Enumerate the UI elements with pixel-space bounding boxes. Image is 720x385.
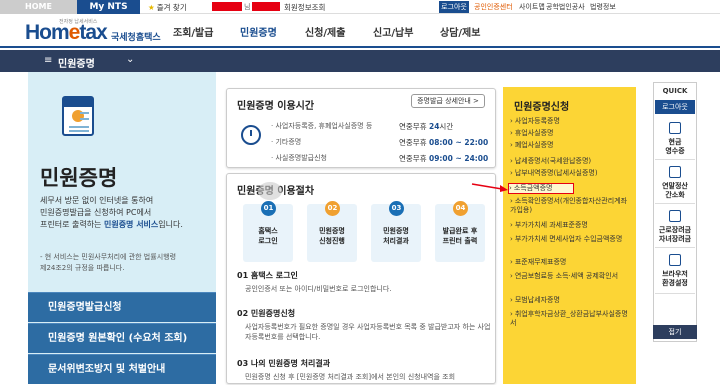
favorites-link[interactable]: ★ 즐겨 찾기 bbox=[148, 2, 187, 13]
time-row-value: 연중무휴 09:00 ~ 24:00 bbox=[399, 154, 489, 163]
quick-label: 연말정산 간소화 bbox=[662, 182, 688, 199]
step-card: 04 발급완료 후 프린터 출력 bbox=[435, 201, 485, 262]
procedure-box: 민원증명 이용절차 01 홈택스 로그인 02 민원증명 신청진행 03 민원증… bbox=[226, 173, 496, 384]
watermark-stamp bbox=[258, 182, 282, 200]
quick-close-button[interactable]: 접기 bbox=[653, 325, 697, 339]
gear-icon bbox=[669, 254, 681, 266]
time-row-label: · 사실증명발급신청 bbox=[271, 154, 327, 162]
procedure-item-desc: 민원증명 신청 후 [민원증명 처리결과 조회]에서 본인의 신청내역을 조회 bbox=[245, 373, 456, 381]
quick-label: 브라우저 환경설정 bbox=[662, 270, 688, 287]
quick-label: 근로장려금 자녀장려금 bbox=[658, 226, 692, 243]
quick-label: 현금 영수증 bbox=[665, 138, 685, 155]
red-arrow-annotation bbox=[471, 183, 508, 192]
procedure-item-title: 03 나의 민원증명 처리결과 bbox=[237, 359, 331, 368]
step-card: 01 홈택스 로그인 bbox=[243, 201, 293, 262]
law-info-link[interactable]: 법령정보 bbox=[590, 2, 616, 12]
issue-guide-button[interactable]: 증명발급 상세안내 > bbox=[411, 94, 485, 108]
cert-link[interactable]: › 폐업사실증명 bbox=[510, 141, 634, 150]
quick-cash-receipt[interactable]: 현금 영수증 bbox=[655, 118, 695, 160]
cert-link[interactable]: › 부가가치세 과세표준증명 bbox=[510, 221, 634, 230]
step-label: 민원증명 신청진행 bbox=[319, 227, 345, 245]
step-number: 03 bbox=[389, 201, 404, 216]
step-label: 홈택스 로그인 bbox=[258, 227, 278, 245]
cert-link[interactable]: › 모범납세자증명 bbox=[510, 296, 634, 305]
step-number: 02 bbox=[325, 201, 340, 216]
cert-link[interactable]: › 취업후학자금상환_상환금납부사실증명서 bbox=[510, 310, 634, 328]
logout-button[interactable]: 로그아웃 bbox=[439, 1, 469, 13]
cert-link-selected[interactable]: › 소득금액증명 bbox=[508, 183, 574, 194]
home-tab[interactable]: HOME bbox=[0, 0, 77, 14]
cert-link[interactable]: › 연금보험료등 소득·세액 공제확인서 bbox=[510, 272, 634, 281]
quick-browser-settings[interactable]: 브라우저 환경설정 bbox=[655, 250, 695, 294]
step-label: 발급완료 후 프린터 출력 bbox=[442, 227, 478, 245]
favorites-label: 즐겨 찾기 bbox=[156, 3, 187, 12]
menu-cert-issue[interactable]: 민원증명발급신청 bbox=[28, 292, 216, 322]
gnb-certificate[interactable]: 민원증명 bbox=[240, 24, 277, 39]
time-row-value: 연중무휴 24시간 bbox=[399, 122, 454, 131]
step-number: 01 bbox=[261, 201, 276, 216]
procedure-item-desc: 사업자등록번호가 필요한 증명일 경우 사업자등록번호 목록 중 발급받고자 하… bbox=[245, 323, 491, 341]
legal-note: - 현 서비스는 민원사무처리에 관한 법률시행령 제24조2의 규정을 따릅니… bbox=[40, 253, 177, 272]
cert-link[interactable]: › 납부내역증명(납세사실증명) bbox=[510, 169, 634, 178]
cert-link[interactable]: › 부가가치세 면세사업자 수입금액증명 bbox=[510, 235, 634, 244]
cert-link[interactable]: › 사업자등록증명 bbox=[510, 117, 634, 126]
gnb-apply[interactable]: 신청/제출 bbox=[305, 24, 345, 39]
step-label: 민원증명 처리결과 bbox=[383, 227, 409, 245]
my-nts-tab[interactable]: My NTS bbox=[77, 0, 140, 14]
member-info-link[interactable]: 회원정보조회 bbox=[284, 2, 325, 13]
time-row-label: · 사업자등록증, 휴폐업사실증명 등 bbox=[271, 122, 373, 130]
menu-forgery-guide[interactable]: 문서위변조방지 및 처벌안내 bbox=[28, 354, 216, 384]
menu-original-check[interactable]: 민원증명 원본확인 (수요처 조회) bbox=[28, 323, 216, 353]
step-number: 04 bbox=[453, 201, 468, 216]
gnb-consult[interactable]: 상담/제보 bbox=[440, 24, 480, 39]
chevron-down-icon[interactable]: ⌄ bbox=[126, 54, 134, 65]
quick-logout-button[interactable]: 로그아웃 bbox=[655, 100, 695, 114]
time-row-value: 연중무휴 08:00 ~ 22:00 bbox=[399, 138, 489, 147]
procedure-steps: 01 홈택스 로그인 02 민원증명 신청진행 03 민원증명 처리결과 04 … bbox=[235, 201, 491, 264]
nim-label: 님 bbox=[244, 3, 251, 11]
page-title: 민원증명 bbox=[40, 166, 118, 190]
clock-icon bbox=[241, 125, 261, 145]
procedure-item-desc: 공인인증서 또는 아이디/비밀번호로 로그인합니다. bbox=[245, 285, 392, 293]
logo-korean: 국세청홈택스 bbox=[111, 33, 161, 43]
step-card: 03 민원증명 처리결과 bbox=[371, 201, 421, 262]
cert-apply-title: 민원증명신청 bbox=[514, 102, 570, 113]
quick-year-end[interactable]: 연말정산 간소화 bbox=[655, 162, 695, 204]
receipt-icon bbox=[669, 122, 681, 134]
cert-center-link[interactable]: 공인인증센터 bbox=[474, 2, 513, 12]
hometax-logo[interactable]: 전자정 납세서비스 Hometax 국세청홈택스 bbox=[25, 18, 175, 44]
sitemap-link[interactable]: 사이트맵 bbox=[519, 2, 545, 12]
calculator-icon bbox=[669, 166, 681, 178]
gnb-report[interactable]: 신고/납부 bbox=[373, 24, 413, 39]
gnb-inquiry[interactable]: 조회/발급 bbox=[173, 24, 213, 39]
biz-cert-link[interactable]: 공학법인공사 bbox=[546, 2, 585, 12]
cert-link[interactable]: › 납세증명서(국세완납증명) bbox=[510, 157, 634, 166]
cert-link[interactable]: › 휴업사실증명 bbox=[510, 129, 634, 138]
usage-time-title: 민원증명 이용시간 bbox=[237, 101, 315, 112]
quick-menu-header: QUICK bbox=[662, 87, 688, 95]
redacted-id bbox=[252, 2, 280, 11]
logo-wordmark: Hometax bbox=[25, 21, 108, 44]
hamburger-icon[interactable]: ≡ bbox=[44, 55, 52, 66]
time-row-label: · 기타증명 bbox=[271, 138, 302, 146]
quick-earned-income[interactable]: 근로장려금 자녀장려금 bbox=[655, 206, 695, 248]
step-card: 02 민원증명 신청진행 bbox=[307, 201, 357, 262]
sub-nav-title[interactable]: 민원증명 bbox=[58, 55, 95, 70]
service-description: 세무서 방문 없이 인터넷을 통하여 민원증명발급을 신청하여 PC에서 프린터… bbox=[40, 196, 183, 229]
document-icon bbox=[62, 96, 94, 136]
star-icon: ★ bbox=[148, 3, 155, 12]
utility-bar: HOME My NTS ★ 즐겨 찾기 님 회원정보조회 로그아웃 공인인증센터 … bbox=[0, 0, 720, 14]
family-icon bbox=[669, 210, 681, 222]
sub-nav-bar: ≡ 민원증명 ⌄ bbox=[0, 50, 720, 72]
procedure-item-title: 01 홈택스 로그인 bbox=[237, 271, 298, 280]
cert-link[interactable]: › 표준재무제표증명 bbox=[510, 258, 634, 267]
redacted-name bbox=[212, 2, 242, 11]
procedure-item-title: 02 민원증명신청 bbox=[237, 309, 296, 318]
usage-time-box: 민원증명 이용시간 증명발급 상세안내 > · 사업자등록증, 휴폐업사실증명 … bbox=[226, 88, 496, 168]
cert-link[interactable]: › 소득확인증명서(개인종합자산관리계좌 가입용) bbox=[510, 197, 634, 215]
